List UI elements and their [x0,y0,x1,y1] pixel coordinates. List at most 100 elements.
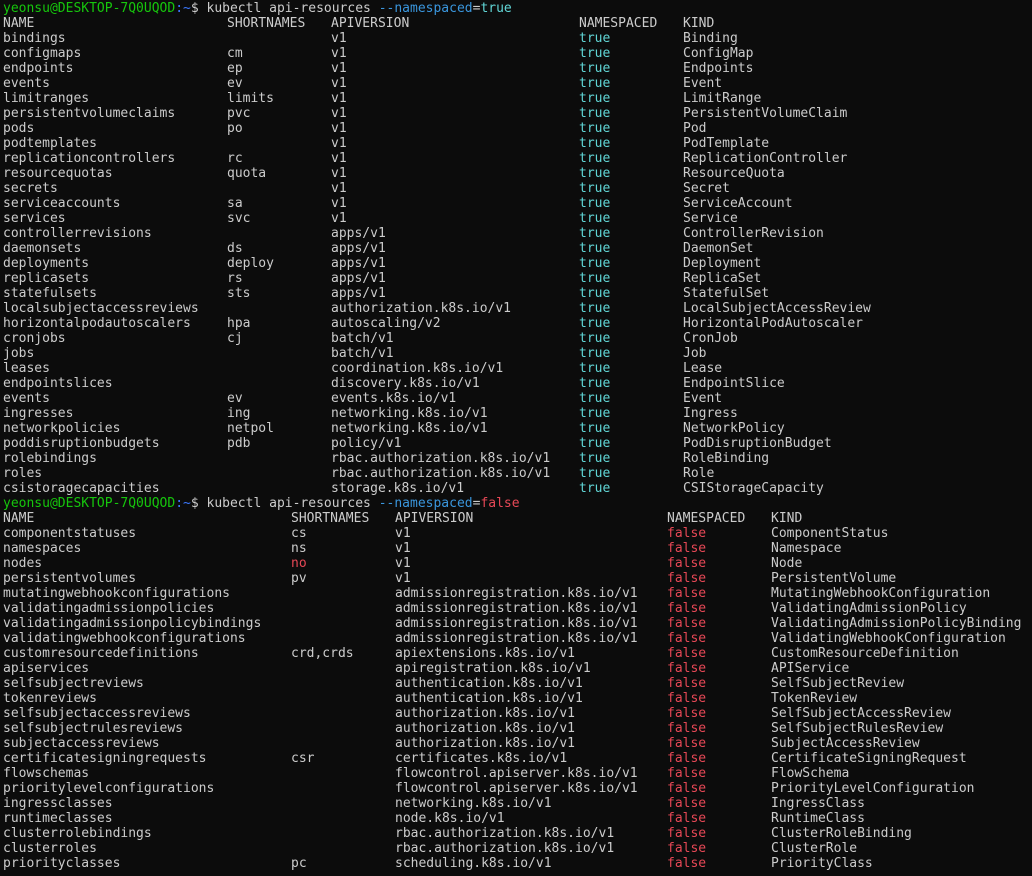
cell-name: replicationcontrollers [3,151,176,166]
cell-apiversion: v1 [331,136,347,151]
cell-shortnames: ns [291,541,307,556]
cell-namespaced: false [667,541,707,556]
cell-apiversion: rbac.authorization.k8s.io/v1 [331,466,551,481]
table-row: validatingwebhookconfigurations admission… [3,631,1032,646]
cell-name: podtemplates [3,136,97,151]
cell-name: ingressclasses [3,796,113,811]
cell-name: persistentvolumes [3,571,137,586]
cell-name: horizontalpodautoscalers [3,316,191,331]
prompt-line: yeonsu@DESKTOP-7Q0UQOD:~$ kubectl api-re… [3,496,1032,511]
cell-apiversion: policy/v1 [331,436,402,451]
cell-kind: TokenReview [771,691,858,706]
cell-shortnames: ev [227,76,243,91]
cell-namespaced: true [579,376,611,391]
cell-name: endpoints [3,61,74,76]
table-row: localsubjectaccessreviews authorization.k… [3,301,1032,316]
table-row: mutatingwebhookconfigurations admissionre… [3,586,1032,601]
table-row: certificatesigningrequests csr certificate… [3,751,1032,766]
cell-apiversion: batch/v1 [331,346,394,361]
table-row: roles rbac.authorization.k8s.io/v1 true Rol… [3,466,1032,481]
cell-namespaced: true [579,241,611,256]
cell-shortnames: deploy [227,256,274,271]
cell-apiversion: networking.k8s.io/v1 [331,421,488,436]
cell-shortnames: netpol [227,421,274,436]
table-row: subjectaccessreviews authorization.k8s.io… [3,736,1032,751]
cell-name: ingresses [3,406,74,421]
cell-kind: Job [683,346,707,361]
table-header: NAME SHORTNAMES APIVERSION NAMESPACED KIND [3,16,1032,31]
table-row: pods po v1 true Pod [3,121,1032,136]
table-row: secrets v1 true Secret [3,181,1032,196]
cell-kind: MutatingWebhookConfiguration [771,586,991,601]
cell-namespaced: false [667,556,707,571]
cell-name: validatingadmissionpolicies [3,601,215,616]
table-row: leases coordination.k8s.io/v1 true Lease [3,361,1032,376]
cell-kind: PodDisruptionBudget [683,436,832,451]
cell-name: deployments [3,256,90,271]
table-row: selfsubjectrulesreviews authorization.k8s… [3,721,1032,736]
cell-apiversion: v1 [395,556,411,571]
cell-kind: Pod [683,121,707,136]
cell-namespaced: true [579,301,611,316]
cell-apiversion: batch/v1 [331,331,394,346]
command-flag: --namespaced [378,1,473,16]
cell-kind: HorizontalPodAutoscaler [683,316,864,331]
cell-apiversion: v1 [331,76,347,91]
cell-namespaced: true [579,166,611,181]
table-row: statefulsets sts apps/v1 true StatefulSet [3,286,1032,301]
cell-kind: PriorityLevelConfiguration [771,781,975,796]
cell-name: clusterrolebindings [3,826,152,841]
column-header-shortnames: SHORTNAMES [291,511,370,526]
column-header-namespaced: NAMESPACED [667,511,746,526]
cell-name: componentstatuses [3,526,137,541]
table-row: runtimeclasses node.k8s.io/v1 false Runtime… [3,811,1032,826]
cell-namespaced: false [667,811,707,826]
table-row: cronjobs cj batch/v1 true CronJob [3,331,1032,346]
cell-shortnames: crd,crds [291,646,354,661]
cell-name: pods [3,121,35,136]
cell-namespaced: true [579,151,611,166]
cell-namespaced: false [667,706,707,721]
table-row: namespaces ns v1 false Namespace [3,541,1032,556]
cell-apiversion: admissionregistration.k8s.io/v1 [395,601,638,616]
table-row: resourcequotas quota v1 true ResourceQuota [3,166,1032,181]
cell-kind: Deployment [683,256,762,271]
cell-namespaced: true [579,406,611,421]
cell-apiversion: scheduling.k8s.io/v1 [395,856,552,871]
table-row: nodes no v1 false Node [3,556,1032,571]
cell-kind: LimitRange [683,91,762,106]
cell-name: priorityclasses [3,856,121,871]
cell-shortnames: pdb [227,436,251,451]
table-row: prioritylevelconfigurations flowcontrol.a… [3,781,1032,796]
cell-kind: ConfigMap [683,46,754,61]
cell-name: cronjobs [3,331,66,346]
cell-kind: Role [683,466,715,481]
cell-namespaced: true [579,436,611,451]
cell-namespaced: true [579,286,611,301]
cell-apiversion: authorization.k8s.io/v1 [331,301,512,316]
cell-apiversion: v1 [331,196,347,211]
cell-shortnames: cs [291,526,307,541]
cell-name: customresourcedefinitions [3,646,199,661]
terminal-window[interactable]: yeonsu@DESKTOP-7Q0UQOD:~$ kubectl api-re… [0,0,1032,871]
cell-kind: Endpoints [683,61,754,76]
cell-apiversion: networking.k8s.io/v1 [395,796,552,811]
cell-name: localsubjectaccessreviews [3,301,199,316]
cell-kind: PersistentVolume [771,571,897,586]
cell-kind: SelfSubjectRulesReview [771,721,944,736]
cell-name: flowschemas [3,766,90,781]
cell-name: endpointslices [3,376,113,391]
cell-namespaced: false [667,526,707,541]
cell-kind: ClusterRole [771,841,858,856]
cell-name: selfsubjectrulesreviews [3,721,184,736]
cell-apiversion: v1 [331,91,347,106]
cell-shortnames: csr [291,751,315,766]
cell-name: bindings [3,31,66,46]
table-row: networkpolicies netpol networking.k8s.io/v… [3,421,1032,436]
cell-namespaced: true [579,271,611,286]
cell-name: namespaces [3,541,82,556]
cell-namespaced: true [579,31,611,46]
cell-apiversion: v1 [331,181,347,196]
table-row: customresourcedefinitions crd,crds apiexte… [3,646,1032,661]
cell-kind: Ingress [683,406,738,421]
